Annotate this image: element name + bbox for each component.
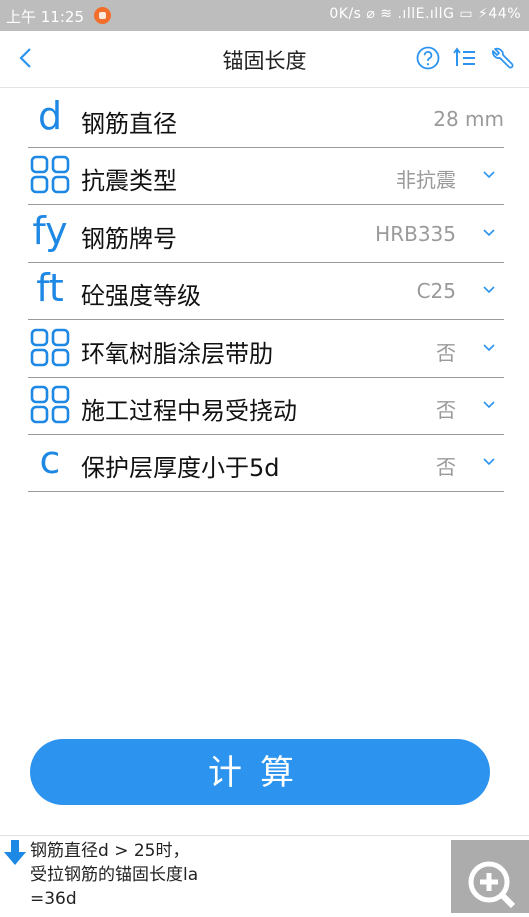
zoom-in-icon <box>468 861 516 909</box>
zoom-button[interactable] <box>451 840 529 913</box>
param-row[interactable]: 环氧树脂涂层带肋 否 <box>28 320 504 378</box>
param-row[interactable]: c 保护层厚度小于5d 否 <box>28 434 504 492</box>
chevron-down-icon[interactable] <box>482 397 496 411</box>
param-value[interactable]: C25 <box>417 279 456 303</box>
param-label: 保护层厚度小于5d <box>81 454 280 482</box>
chevron-down-icon[interactable] <box>482 454 496 468</box>
param-symbol: d <box>37 94 63 138</box>
chevron-down-icon[interactable] <box>482 167 496 181</box>
param-label: 施工过程中易受挠动 <box>81 397 297 425</box>
hint-panel: 钢筋直径d > 25时， 受拉钢筋的锚固长度la =36d <box>0 835 529 914</box>
param-row[interactable]: fy 钢筋牌号 HRB335 <box>28 205 504 263</box>
page-title: 锚固长度 <box>222 49 307 73</box>
param-row[interactable]: 抗震类型 非抗震 <box>28 147 504 205</box>
app-bar: 锚固长度 <box>0 31 529 88</box>
chevron-down-icon[interactable] <box>482 225 496 239</box>
param-label: 环氧树脂涂层带肋 <box>81 340 273 368</box>
status-bar: 上午 11:25 0K/s ⌀ ≋ .ıllE.ıllG ▭ ⚡44% <box>0 0 529 31</box>
param-label: 抗震类型 <box>81 167 177 195</box>
grid-icon <box>28 322 72 372</box>
param-symbol: c <box>39 438 61 482</box>
param-label: 砼强度等级 <box>81 282 201 310</box>
grid-icon <box>28 379 72 429</box>
param-value[interactable]: 否 <box>436 394 456 423</box>
hint-text: 钢筋直径d > 25时， 受拉钢筋的锚固长度la =36d <box>30 841 199 909</box>
status-indicators: 0K/s ⌀ ≋ .ıllE.ıllG ▭ ⚡44% <box>329 6 521 22</box>
param-row[interactable]: ft 砼强度等级 C25 <box>28 262 504 320</box>
wrench-icon[interactable] <box>489 45 515 71</box>
status-time: 上午 11:25 <box>6 8 84 26</box>
param-label: 钢筋直径 <box>81 110 177 138</box>
param-value[interactable]: HRB335 <box>375 222 456 246</box>
notification-icon <box>94 7 111 24</box>
chevron-down-icon[interactable] <box>482 282 496 296</box>
param-value[interactable]: 非抗震 <box>396 164 456 193</box>
param-symbol: ft <box>36 266 64 310</box>
param-value[interactable]: 否 <box>436 337 456 366</box>
help-icon[interactable] <box>415 45 441 71</box>
param-row[interactable]: 施工过程中易受挠动 否 <box>28 377 504 435</box>
grid-icon <box>28 149 72 199</box>
param-value[interactable]: 28 mm <box>433 107 504 131</box>
param-value[interactable]: 否 <box>436 451 456 480</box>
param-row[interactable]: d 钢筋直径 28 mm <box>28 90 504 148</box>
list-icon[interactable] <box>452 45 478 71</box>
chevron-down-icon[interactable] <box>482 340 496 354</box>
calculate-button[interactable]: 计算 <box>30 739 490 805</box>
arrow-down-icon <box>4 840 26 865</box>
param-label: 钢筋牌号 <box>81 225 177 253</box>
param-symbol: fy <box>32 209 68 253</box>
